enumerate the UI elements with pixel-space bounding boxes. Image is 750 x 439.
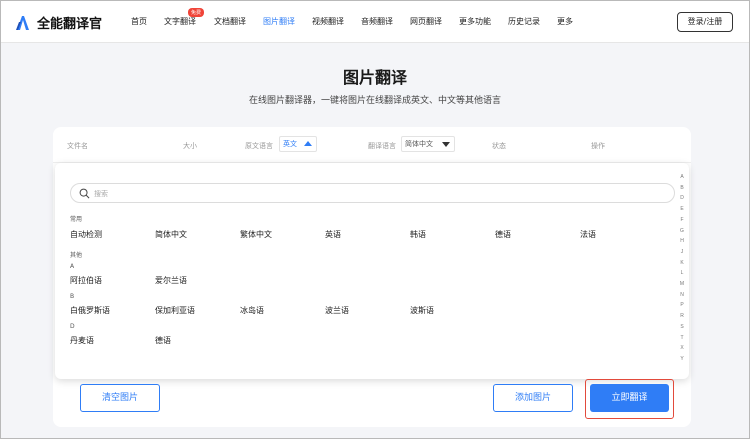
group-label-other: 其他 — [70, 252, 83, 259]
col-size: 大小 — [183, 142, 197, 150]
nav-more[interactable]: 更多 — [557, 16, 573, 27]
lang-option[interactable]: 波兰语 — [325, 305, 349, 316]
logo[interactable]: 全能翻译官 — [15, 13, 102, 32]
lang-option[interactable]: 德语 — [495, 229, 511, 240]
alphabet-letter[interactable]: E — [677, 204, 687, 215]
caret-up-icon — [304, 141, 312, 146]
page-subtitle: 在线图片翻译器，一键将图片在线翻译成英文、中文等其他语言 — [248, 96, 501, 106]
search-icon — [79, 188, 90, 199]
source-language-select[interactable]: 英文 — [279, 136, 317, 152]
top-header: 全能翻译官 首页 文字翻译 文档翻译 图片翻译 视频翻译 音频翻译 网页翻译 更… — [1, 1, 749, 43]
alphabet-index: A B D E F G H J K L M N P R S T X Y — [677, 172, 687, 365]
group-label-common: 常用 — [70, 216, 83, 223]
alphabet-letter[interactable]: L — [677, 268, 687, 279]
language-search-input[interactable]: 搜索 — [70, 183, 675, 203]
group-label-d: D — [70, 323, 75, 330]
lang-option[interactable]: 英语 — [325, 229, 341, 240]
alphabet-letter[interactable]: X — [677, 343, 687, 354]
alphabet-letter[interactable]: G — [677, 226, 687, 237]
col-filename: 文件名 — [67, 142, 88, 150]
alphabet-letter[interactable]: S — [677, 322, 687, 333]
translate-now-button[interactable]: 立即翻译 — [590, 384, 669, 412]
alphabet-letter[interactable]: Y — [677, 354, 687, 365]
lang-option[interactable]: 德语 — [155, 335, 171, 346]
lang-option[interactable]: 韩语 — [410, 229, 426, 240]
nav-document-translate[interactable]: 文档翻译 — [214, 16, 246, 27]
nav-webpage-translate[interactable]: 网页翻译 — [410, 16, 442, 27]
lang-option[interactable]: 简体中文 — [155, 229, 187, 240]
caret-down-icon — [442, 142, 450, 147]
logo-text: 全能翻译官 — [37, 17, 103, 32]
lang-option[interactable]: 阿拉伯语 — [70, 275, 102, 286]
col-action: 操作 — [591, 142, 605, 150]
add-image-button[interactable]: 添加图片 — [493, 384, 573, 412]
alphabet-letter[interactable]: R — [677, 311, 687, 322]
file-table-header: 文件名 大小 原文语言 英文 翻译语言 简体中文 状态 操作 — [53, 127, 691, 163]
lang-option[interactable]: 波斯语 — [410, 305, 434, 316]
search-placeholder: 搜索 — [94, 190, 108, 198]
source-language-value: 英文 — [283, 140, 297, 148]
alphabet-letter[interactable]: T — [677, 333, 687, 344]
app-logo-icon — [16, 15, 29, 30]
free-badge: 免费 — [188, 8, 205, 17]
language-dropdown: 搜索 常用 自动检测 简体中文 繁体中文 英语 韩语 德语 法语 其他 A 阿拉… — [55, 163, 689, 379]
col-target-lang: 翻译语言 — [368, 142, 396, 150]
login-register-button[interactable]: 登录/注册 — [677, 12, 733, 32]
nav-image-translate[interactable]: 图片翻译 — [263, 16, 295, 27]
group-label-b: B — [70, 293, 75, 300]
lang-option[interactable]: 繁体中文 — [240, 229, 272, 240]
col-status: 状态 — [492, 142, 506, 150]
nav-history[interactable]: 历史记录 — [508, 16, 540, 27]
lang-option[interactable]: 自动检测 — [70, 229, 102, 240]
nav-text-translate[interactable]: 文字翻译 — [164, 16, 196, 27]
alphabet-letter[interactable]: M — [677, 279, 687, 290]
lang-option[interactable]: 保加利亚语 — [155, 305, 195, 316]
alphabet-letter[interactable]: J — [677, 247, 687, 258]
group-label-a: A — [70, 263, 75, 270]
lang-option[interactable]: 法语 — [580, 229, 596, 240]
nav-more-features[interactable]: 更多功能 — [459, 16, 491, 27]
lang-option[interactable]: 冰岛语 — [240, 305, 264, 316]
alphabet-letter[interactable]: A — [677, 172, 687, 183]
target-language-value: 简体中文 — [405, 140, 433, 148]
alphabet-letter[interactable]: N — [677, 290, 687, 301]
lang-option[interactable]: 白俄罗斯语 — [70, 305, 110, 316]
clear-images-button[interactable]: 清空图片 — [80, 384, 160, 412]
nav-home[interactable]: 首页 — [131, 16, 147, 27]
target-language-select[interactable]: 简体中文 — [401, 136, 455, 152]
alphabet-letter[interactable]: H — [677, 236, 687, 247]
alphabet-letter[interactable]: B — [677, 183, 687, 194]
lang-option[interactable]: 丹麦语 — [70, 335, 94, 346]
page-title: 图片翻译 — [342, 68, 407, 87]
alphabet-letter[interactable]: K — [677, 258, 687, 269]
alphabet-letter[interactable]: F — [677, 215, 687, 226]
lang-option[interactable]: 爱尔兰语 — [155, 275, 187, 286]
nav-audio-translate[interactable]: 音频翻译 — [361, 16, 393, 27]
alphabet-letter[interactable]: P — [677, 300, 687, 311]
col-source-lang: 原文语言 — [245, 142, 273, 150]
nav-video-translate[interactable]: 视频翻译 — [312, 16, 344, 27]
alphabet-letter[interactable]: D — [677, 193, 687, 204]
